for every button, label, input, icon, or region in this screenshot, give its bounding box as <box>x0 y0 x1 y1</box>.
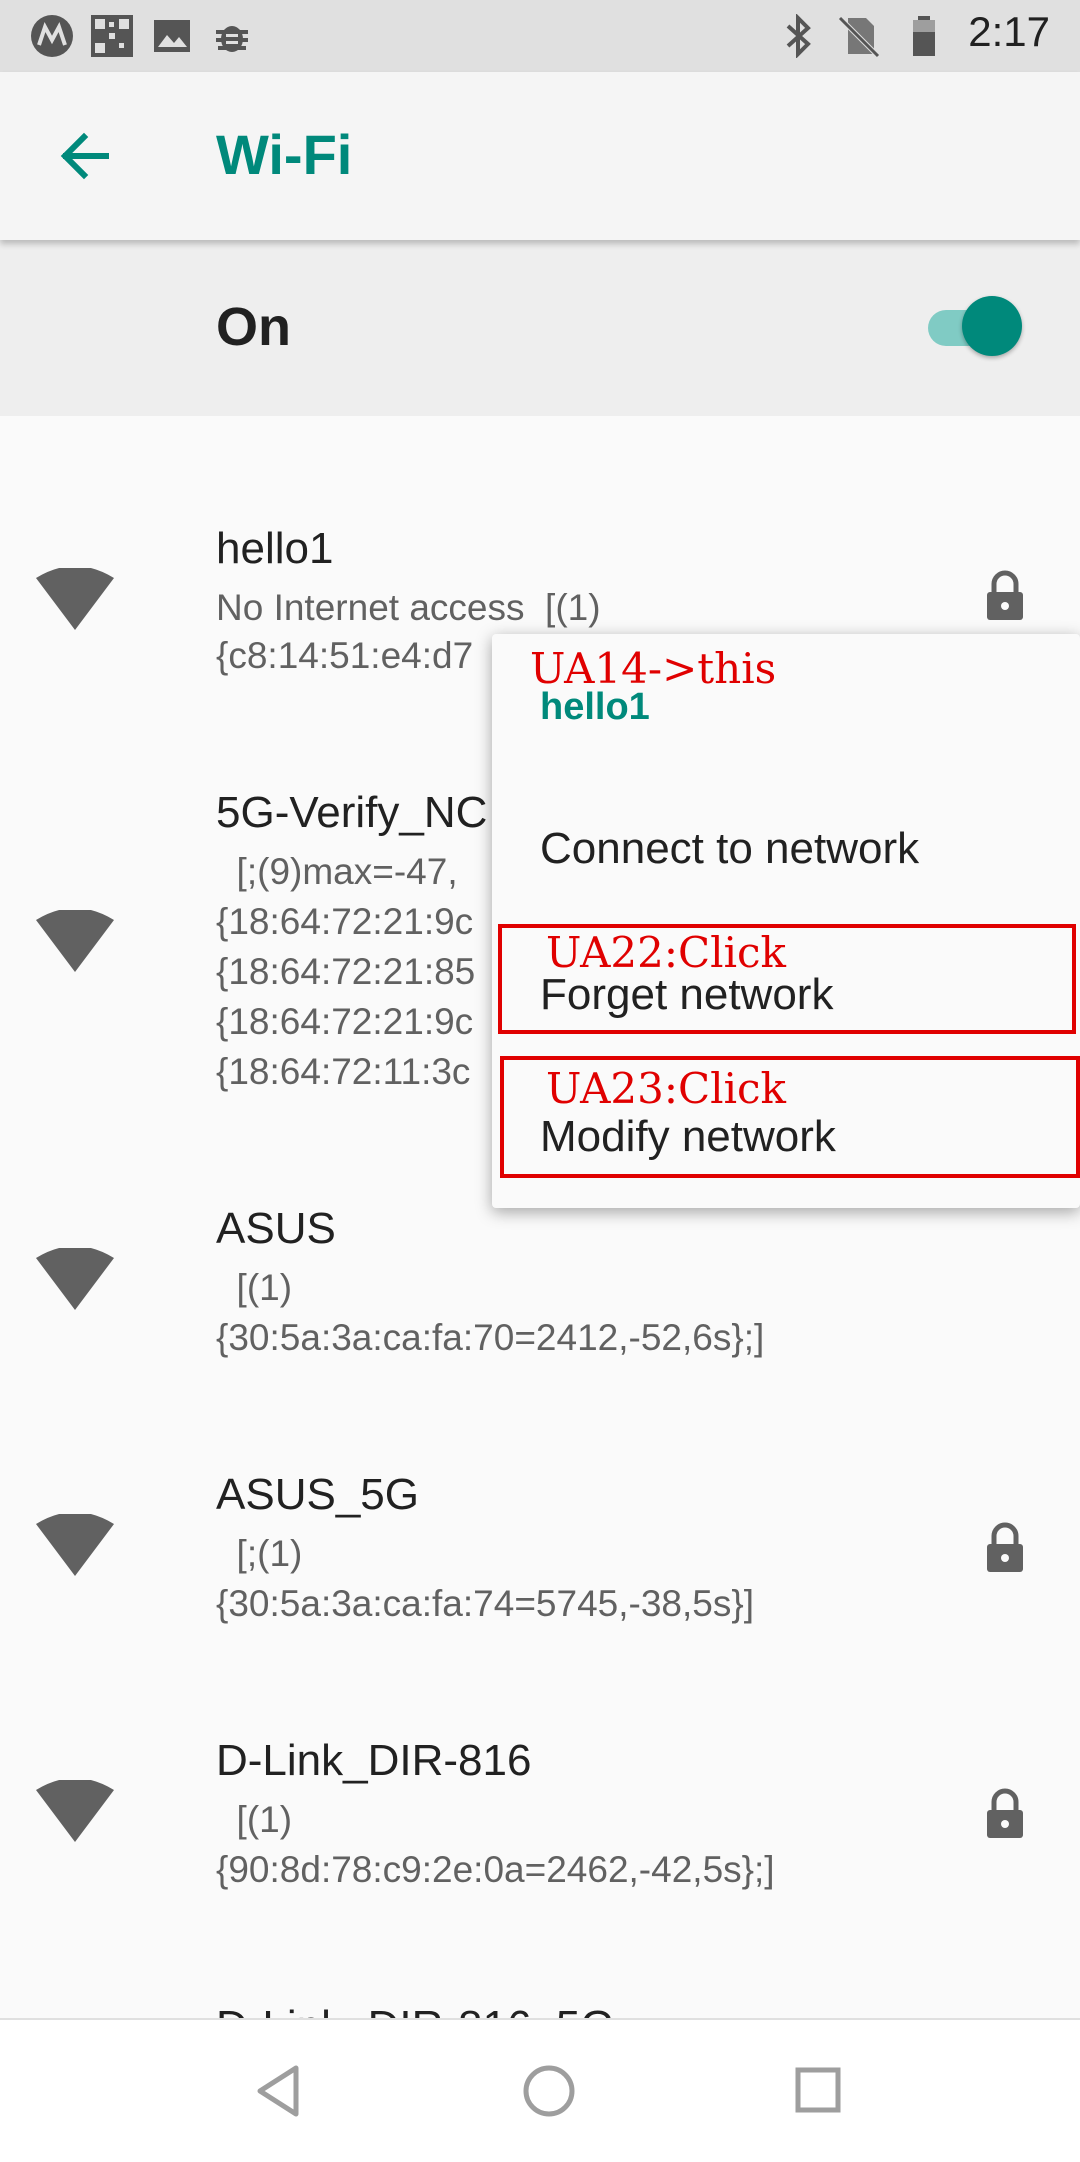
network-detail-line: {90:8d:78:c9:2e:0a=2462,-42,5s};] <box>216 1849 775 1890</box>
network-detail-line: {18:64:72:21:85 <box>216 951 476 992</box>
network-detail-line: {18:64:72:21:9c <box>216 1001 474 1042</box>
wifi-signal-icon <box>36 1780 114 1842</box>
app-bar: Wi-Fi <box>0 72 1080 240</box>
network-detail-line: [;(9)max=-47, <box>216 851 458 892</box>
clock: 2:17 <box>968 8 1050 55</box>
network-name: hello1 <box>216 524 334 573</box>
network-name: D-Link_DIR-816 <box>216 1736 532 1785</box>
wifi-toggle-label: On <box>216 297 291 357</box>
wifi-signal-icon <box>36 568 114 630</box>
wifi-toggle-switch[interactable] <box>924 292 1024 358</box>
connect-network-option[interactable]: Connect to network <box>540 824 919 874</box>
annotation-ua23: UA23:Click <box>546 1064 787 1113</box>
wifi-signal-icon <box>36 1514 114 1576</box>
lock-icon <box>987 570 1023 620</box>
recents-square-icon[interactable] <box>784 2056 854 2126</box>
network-detail-line: {30:5a:3a:ca:fa:74=5745,-38,5s}] <box>216 1583 754 1624</box>
network-detail-line: No Internet access [(1) <box>216 587 601 628</box>
arrow-back-icon[interactable] <box>52 122 120 190</box>
network-detail-line: {18:64:72:21:9c <box>216 901 474 942</box>
page-title: Wi-Fi <box>216 123 353 186</box>
network-name: ASUS <box>216 1204 336 1253</box>
lock-icon <box>987 1522 1023 1572</box>
network-detail-line: [(1) <box>216 1267 293 1308</box>
navigation-bar <box>0 2018 1080 2162</box>
motorola-icon <box>31 15 73 57</box>
wifi-toggle-row[interactable]: On <box>0 240 1080 416</box>
bluetooth-icon <box>786 14 811 58</box>
network-name: 5G-Verify_NC <box>216 788 488 837</box>
network-detail-line: {30:5a:3a:ca:fa:70=2412,-52,6s};] <box>216 1317 765 1358</box>
network-detail-line: {c8:14:51:e4:d7 <box>216 635 474 676</box>
bug-icon <box>216 26 248 52</box>
battery-icon <box>913 16 935 56</box>
no-sim-icon <box>838 16 880 58</box>
network-detail-line: [(1) <box>216 1799 293 1840</box>
qr-code-icon <box>91 15 133 57</box>
image-icon <box>154 20 190 52</box>
home-circle-icon[interactable] <box>514 2056 584 2126</box>
wifi-signal-icon <box>36 1248 114 1310</box>
switch-thumb <box>962 296 1022 356</box>
annotation-ua14: UA14->this <box>530 644 777 693</box>
back-triangle-icon[interactable] <box>244 2056 314 2126</box>
status-bar: 2:17 <box>0 0 1080 72</box>
wifi-signal-icon <box>36 910 114 972</box>
network-detail-line: [;(1) <box>216 1533 303 1574</box>
network-name: ASUS_5G <box>216 1470 419 1519</box>
network-detail-line: {18:64:72:11:3c <box>216 1051 471 1092</box>
lock-icon <box>987 1788 1023 1838</box>
annotation-ua22: UA22:Click <box>546 928 787 977</box>
